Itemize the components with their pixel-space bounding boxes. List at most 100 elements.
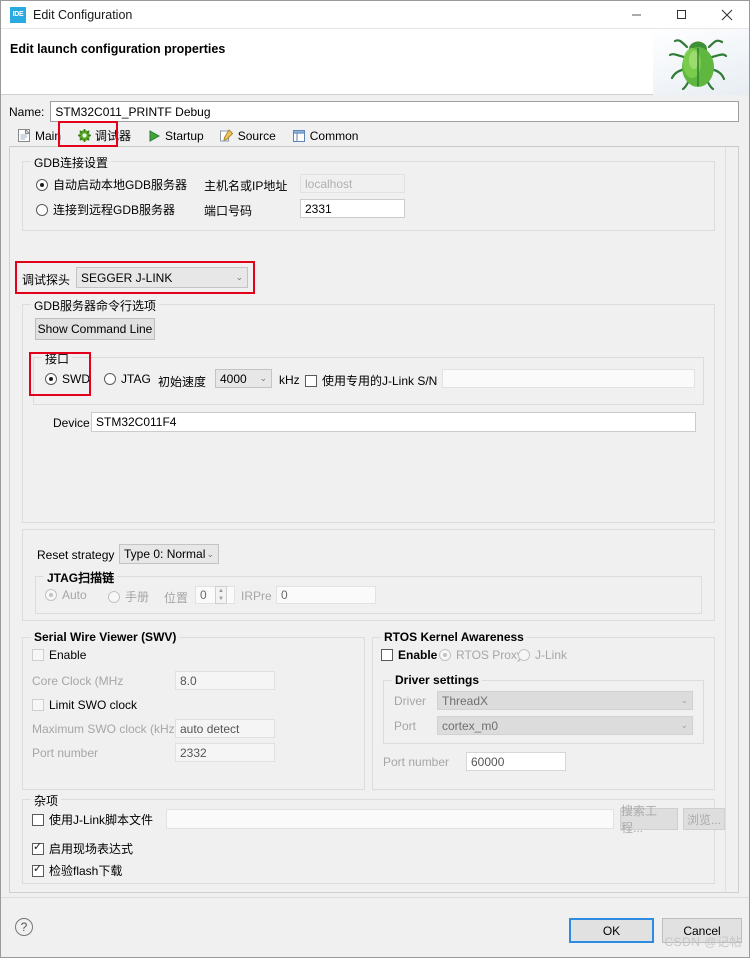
vertical-scrollbar[interactable] (725, 147, 738, 892)
core-clock-input[interactable]: 8.0 (175, 671, 275, 690)
scan-auto-radio[interactable] (45, 589, 57, 601)
rtos-port-value: cortex_m0 (442, 718, 499, 733)
jtag-radio[interactable] (104, 373, 116, 385)
tab-label: 调试器 (95, 129, 132, 143)
debug-probe-label: 调试探头 (22, 273, 71, 287)
swv-group: Serial Wire Viewer (SWV) Enable Core Clo… (22, 630, 365, 790)
help-icon[interactable]: ? (15, 918, 33, 936)
max-swo-clock-input[interactable]: auto detect (175, 719, 275, 738)
reset-strategy-value: Type 0: Normal (124, 547, 206, 561)
rtos-enable-checkbox[interactable] (381, 649, 393, 661)
live-expressions-checkbox[interactable] (32, 841, 44, 855)
scan-manual-radio[interactable] (108, 590, 120, 603)
use-jlink-sn-label: 使用专用的J-Link S/N (322, 374, 438, 388)
maximize-icon[interactable] (659, 1, 704, 29)
show-command-line-button[interactable]: Show Command Line (35, 318, 155, 340)
name-input[interactable]: STM32C011_PRINTF Debug (50, 101, 739, 122)
debugger-tab-panel: GDB连接设置 自动启动本地GDB服务器 主机名或IP地址 localhost … (9, 147, 739, 893)
scan-manual-radio-row: 手册 (108, 588, 149, 605)
host-input[interactable]: localhost (300, 174, 405, 193)
jtag-scan-chain-title: JTAG扫描链 (44, 569, 118, 586)
position-spinner[interactable]: ▲ ▼ (215, 586, 227, 604)
tab-debugger[interactable]: 调试器 (69, 125, 140, 146)
debug-probe-combo[interactable]: SEGGER J-LINK ⌄ (76, 267, 248, 288)
tab-common[interactable]: Common (284, 125, 367, 146)
app-icon: IDE (10, 6, 26, 23)
swv-enable-row[interactable]: Enable (32, 648, 86, 662)
max-swo-clock-label: Maximum SWO clock (kHz (32, 722, 175, 736)
limit-swo-checkbox[interactable] (32, 699, 44, 711)
misc-group-title: 杂项 (31, 792, 62, 809)
swd-radio-row[interactable]: SWD (45, 372, 90, 386)
use-jlink-script-checkbox[interactable] (32, 813, 44, 826)
use-jlink-sn-checkbox-row[interactable]: 使用专用的J-Link S/N (305, 372, 437, 389)
gear-icon (77, 129, 91, 143)
window-icon (292, 129, 306, 143)
driver-settings-group: Driver settings Driver ThreadX ⌄ Port co… (383, 673, 704, 744)
verify-flash-checkbox[interactable] (32, 863, 44, 877)
close-icon[interactable] (704, 1, 749, 29)
irpre-label: IRPre (241, 589, 272, 603)
use-jlink-sn-checkbox[interactable] (305, 374, 317, 387)
spinner-up-icon[interactable]: ▲ (216, 587, 226, 595)
tab-label: Common (309, 128, 359, 143)
rtos-port-number-input[interactable]: 60000 (466, 752, 566, 771)
rtos-jlink-radio[interactable] (518, 649, 530, 661)
tab-source[interactable]: Source (212, 125, 284, 146)
rtos-proxy-radio[interactable] (439, 649, 451, 661)
rtos-proxy-row[interactable]: RTOS Proxy (439, 648, 523, 662)
driver-value: ThreadX (442, 693, 489, 708)
jlink-script-path-input[interactable] (166, 809, 614, 829)
header-banner: Edit launch configuration properties (1, 29, 749, 95)
edit-configuration-dialog: IDE Edit Configuration Edit launch confi… (0, 0, 750, 958)
jtag-scan-chain-group: JTAG扫描链 Auto 手册 位置 0 ▲ ▼ IRPre 0 (35, 569, 702, 614)
spinner-down-icon[interactable]: ▼ (216, 595, 226, 603)
source-folder-icon (220, 129, 234, 143)
scan-auto-radio-row: Auto (45, 588, 87, 602)
position-label: 位置 (164, 591, 189, 605)
use-jlink-script-row[interactable]: 使用J-Link脚本文件 (32, 811, 153, 828)
verify-flash-row[interactable]: 检验flash下载 (32, 862, 122, 879)
port-input[interactable]: 2331 (300, 199, 405, 218)
swd-radio[interactable] (45, 373, 57, 385)
core-clock-label: Core Clock (MHz (32, 674, 124, 688)
play-icon (147, 129, 161, 143)
host-label: 主机名或IP地址 (204, 179, 288, 193)
title-bar: IDE Edit Configuration (1, 1, 749, 29)
irpre-input[interactable]: 0 (276, 586, 376, 604)
auto-start-gdb-radio[interactable] (36, 178, 48, 191)
init-speed-combo[interactable]: 4000 ⌄ (215, 369, 272, 388)
swv-port-number-input[interactable]: 2332 (175, 743, 275, 762)
remote-gdb-radio[interactable] (36, 203, 48, 216)
rtos-enable-row[interactable]: Enable (381, 648, 437, 662)
live-expressions-row[interactable]: 启用现场表达式 (32, 840, 133, 857)
name-label: Name: (9, 104, 45, 119)
driver-settings-title: Driver settings (392, 673, 483, 687)
rtos-group: RTOS Kernel Awareness Enable RTOS Proxy … (372, 630, 715, 790)
rtos-jlink-row[interactable]: J-Link (518, 648, 567, 662)
driver-combo[interactable]: ThreadX ⌄ (437, 691, 693, 710)
tab-main[interactable]: Main (9, 125, 69, 146)
chevron-down-icon: ⌄ (680, 720, 688, 730)
chevron-down-icon: ⌄ (680, 695, 688, 705)
cancel-button[interactable]: Cancel (662, 918, 742, 943)
port-label: 端口号码 (204, 204, 253, 218)
swv-enable-checkbox[interactable] (32, 649, 44, 661)
limit-swo-row[interactable]: Limit SWO clock (32, 698, 137, 712)
debug-probe-value: SEGGER J-LINK (81, 270, 173, 285)
tab-startup[interactable]: Startup (139, 125, 212, 146)
gdb-server-options-group: GDB服务器命令行选项 Show Command Line 接口 SWD JTA… (22, 297, 715, 523)
rtos-jlink-label: J-Link (535, 648, 568, 662)
device-input[interactable]: STM32C011F4 (91, 412, 696, 432)
jlink-sn-input[interactable] (442, 369, 695, 388)
minimize-icon[interactable] (614, 1, 659, 29)
remote-gdb-radio-row[interactable]: 连接到远程GDB服务器 (36, 201, 175, 218)
search-project-button[interactable]: 搜索工程... (620, 804, 678, 835)
chevron-down-icon: ⌄ (206, 548, 214, 559)
ok-button[interactable]: OK (569, 918, 654, 943)
jtag-radio-row[interactable]: JTAG (104, 372, 151, 386)
auto-start-gdb-radio-row[interactable]: 自动启动本地GDB服务器 (36, 176, 187, 193)
browse-button[interactable]: 浏览... (683, 808, 725, 830)
rtos-port-combo[interactable]: cortex_m0 ⌄ (437, 716, 693, 735)
reset-strategy-combo[interactable]: Type 0: Normal ⌄ (119, 544, 219, 564)
